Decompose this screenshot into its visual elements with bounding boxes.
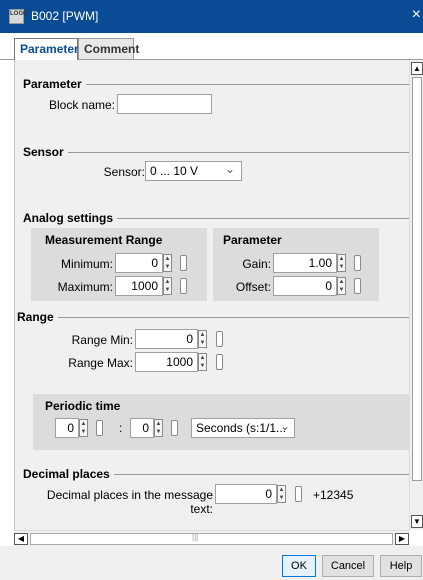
periodic-time-reference-1[interactable]: [96, 420, 103, 436]
block-name-label: Block name:: [48, 98, 115, 112]
maximum-spinner[interactable]: ▲ ▼: [163, 277, 172, 295]
close-icon[interactable]: ×: [412, 6, 421, 24]
section-divider: [23, 317, 413, 318]
range-max-input[interactable]: 1000: [135, 352, 198, 372]
parameter-panel: Parameter Block name: Sensor Sensor: 0 .…: [14, 60, 417, 530]
maximum-input[interactable]: 1000: [115, 276, 163, 296]
offset-label: Offset:: [235, 280, 271, 294]
range-max-reference-button[interactable]: [216, 354, 223, 370]
help-button[interactable]: Help: [380, 555, 422, 577]
tab-comment[interactable]: Comment: [78, 38, 139, 59]
offset-input[interactable]: 0: [273, 276, 337, 296]
chevron-down-icon: ⌄: [224, 162, 235, 176]
time-unit-select[interactable]: Seconds (s:1/1... ⌄: [191, 418, 295, 438]
sensor-label: Sensor:: [103, 165, 145, 179]
sensor-value: 0 ... 10 V: [150, 164, 199, 178]
time-unit-value: Seconds (s:1/1...: [196, 421, 287, 435]
range-min-reference-button[interactable]: [216, 331, 223, 347]
periodic-time-group: Periodic time 0 ▲ ▼ : 0 ▲ ▼ Seconds (s:1/1…: [33, 394, 411, 450]
periodic-time-reference-2[interactable]: [171, 420, 178, 436]
cancel-button[interactable]: Cancel: [322, 555, 374, 577]
horizontal-scrollbar[interactable]: ◀ ||| ▶: [14, 530, 409, 546]
time-separator: :: [119, 421, 123, 435]
periodic-time-title: Periodic time: [45, 399, 121, 413]
maximum-reference-button[interactable]: [180, 278, 187, 294]
tab-parameter[interactable]: Parameter: [14, 38, 79, 60]
decimal-preview: +12345: [313, 488, 354, 502]
vertical-scroll-thumb[interactable]: [412, 77, 422, 481]
horizontal-scroll-thumb[interactable]: [30, 533, 393, 545]
range-min-label: Range Min:: [71, 333, 133, 347]
range-min-spinner[interactable]: ▲ ▼: [198, 330, 207, 348]
decimal-places-label: Decimal places in the message text:: [46, 488, 213, 516]
title-bar: LOGO B002 [PWM] ×: [0, 0, 423, 33]
gain-label: Gain:: [242, 257, 271, 271]
periodic-time-value-1[interactable]: 0: [55, 418, 79, 438]
minimum-spinner[interactable]: ▲ ▼: [163, 254, 172, 272]
sensor-select[interactable]: 0 ... 10 V ⌄: [145, 161, 242, 181]
section-parameter-heading: Parameter: [23, 77, 86, 91]
measurement-range-group: Measurement Range Minimum: 0 ▲ ▼ Maximum:…: [31, 228, 207, 301]
periodic-time-spinner-2[interactable]: ▲ ▼: [154, 419, 163, 437]
gain-reference-button[interactable]: [354, 255, 361, 271]
scroll-right-icon[interactable]: ▶: [395, 533, 409, 545]
scroll-left-icon[interactable]: ◀: [14, 533, 28, 545]
decimal-places-reference-button[interactable]: [295, 486, 302, 502]
chevron-down-icon: ⌄: [279, 419, 290, 433]
minimum-label: Minimum:: [60, 257, 113, 271]
scroll-down-icon[interactable]: ▼: [411, 515, 423, 528]
minimum-input[interactable]: 0: [115, 253, 163, 273]
decimal-places-spinner[interactable]: ▲ ▼: [277, 485, 286, 503]
measurement-range-title: Measurement Range: [45, 233, 163, 247]
offset-spinner[interactable]: ▲ ▼: [337, 277, 346, 295]
range-min-input[interactable]: 0: [135, 329, 198, 349]
gain-input[interactable]: 1.00: [273, 253, 337, 273]
decimal-places-input[interactable]: 0: [215, 484, 277, 504]
section-analog-heading: Analog settings: [23, 211, 118, 225]
scroll-grip-icon: |||: [192, 533, 199, 542]
parameter-group: Parameter Gain: 1.00 ▲ ▼ Offset: 0 ▲ ▼: [213, 228, 379, 301]
gain-spinner[interactable]: ▲ ▼: [337, 254, 346, 272]
minimum-reference-button[interactable]: [180, 255, 187, 271]
periodic-time-value-2[interactable]: 0: [130, 418, 154, 438]
section-sensor-heading: Sensor: [23, 145, 68, 159]
range-max-label: Range Max:: [68, 356, 133, 370]
section-range-heading: Range: [17, 310, 58, 324]
maximum-label: Maximum:: [57, 280, 113, 294]
scroll-up-icon[interactable]: ▲: [411, 62, 423, 75]
section-divider: [23, 152, 413, 153]
range-max-spinner[interactable]: ▲ ▼: [198, 353, 207, 371]
periodic-time-spinner-1[interactable]: ▲ ▼: [79, 419, 88, 437]
window-title: B002 [PWM]: [31, 9, 99, 23]
parameter-group-title: Parameter: [223, 233, 282, 247]
vertical-scrollbar[interactable]: ▲ ▼: [409, 60, 423, 530]
section-decimal-heading: Decimal places: [23, 467, 114, 481]
tab-strip: Parameter Comment: [0, 38, 423, 60]
offset-reference-button[interactable]: [354, 278, 361, 294]
ok-button[interactable]: OK: [282, 555, 316, 577]
block-name-input[interactable]: [117, 94, 212, 114]
logo-icon: LOGO: [9, 9, 28, 24]
